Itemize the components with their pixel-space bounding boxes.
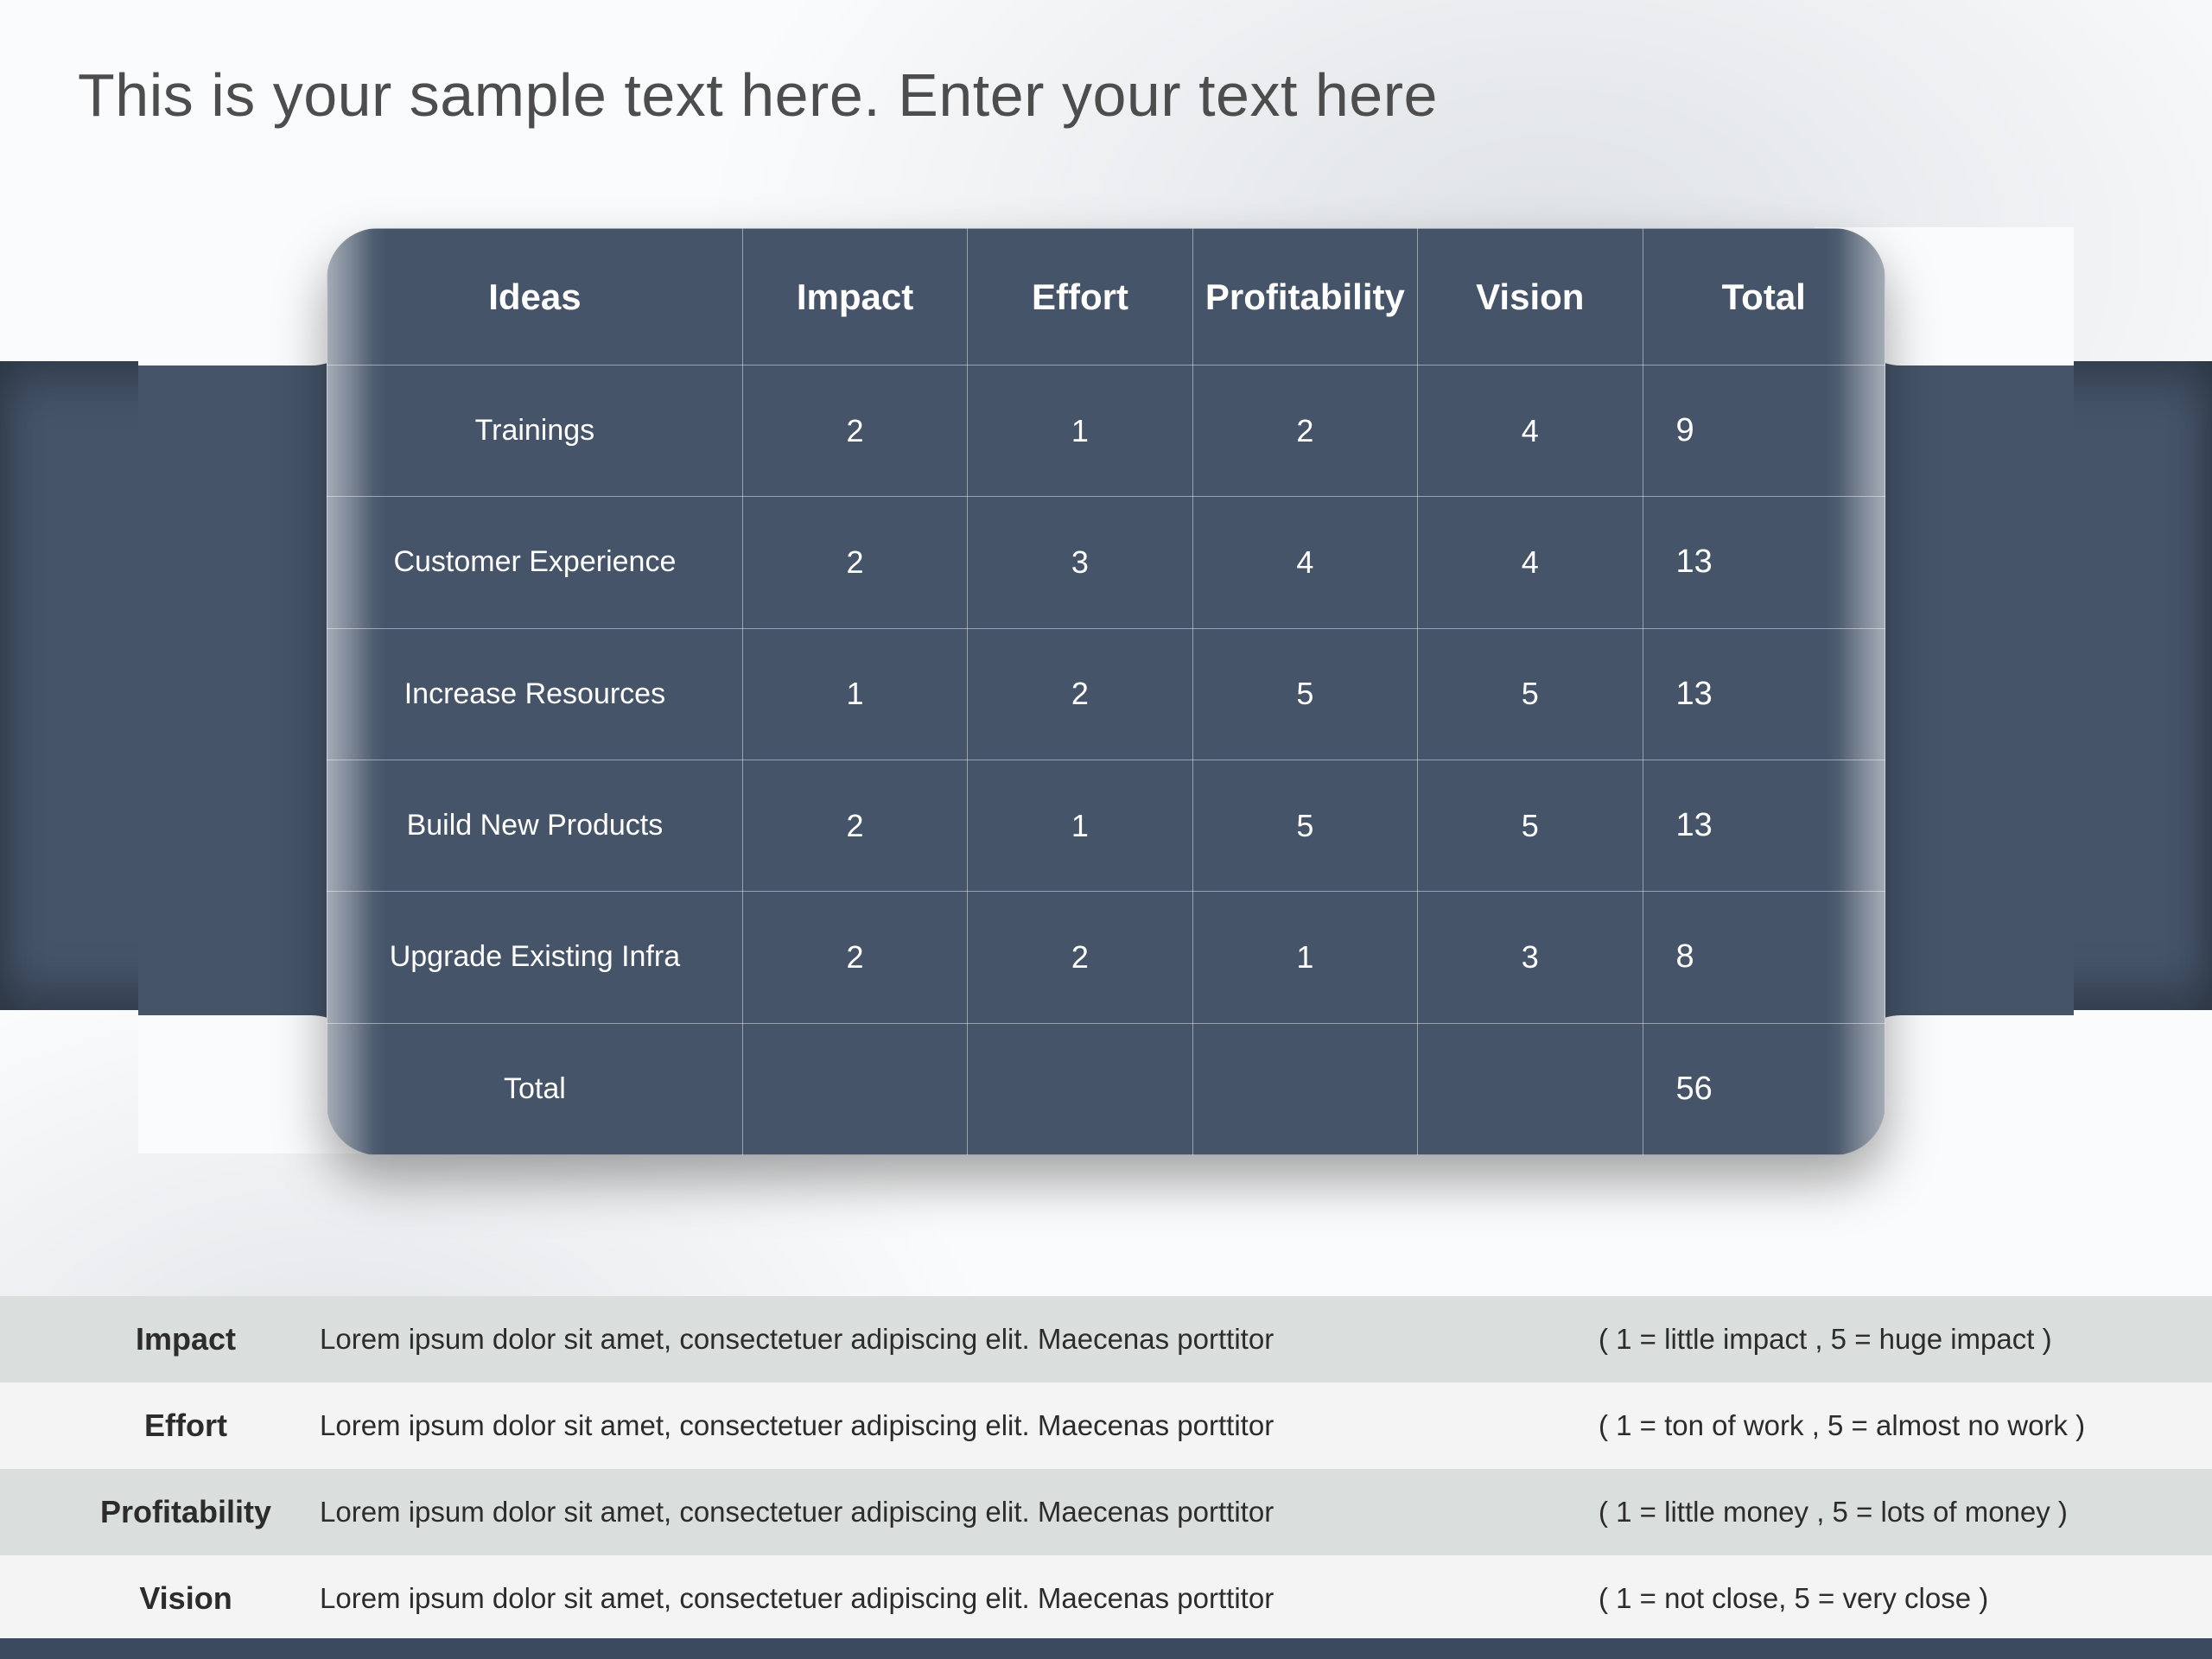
header-row: Ideas Impact Effort Profitability Vision… bbox=[327, 229, 1885, 365]
cell-vision: 5 bbox=[1418, 628, 1643, 760]
header-effort: Effort bbox=[968, 229, 1192, 365]
cell-effort: 1 bbox=[968, 365, 1192, 497]
cell-profitability: 5 bbox=[1192, 628, 1417, 760]
header-vision: Vision bbox=[1418, 229, 1643, 365]
legend-label: Profitability bbox=[52, 1494, 320, 1530]
legend-scale: ( 1 = ton of work , 5 = almost no work ) bbox=[1599, 1409, 2169, 1442]
prioritization-matrix: Ideas Impact Effort Profitability Vision… bbox=[327, 228, 1885, 1155]
cell-idea: Upgrade Existing Infra bbox=[327, 892, 743, 1023]
cell-effort: 2 bbox=[968, 628, 1192, 760]
matrix-panel: Ideas Impact Effort Profitability Vision… bbox=[327, 228, 1885, 1155]
legend-desc: Lorem ipsum dolor sit amet, consectetuer… bbox=[320, 1409, 1599, 1442]
footer-blank bbox=[1192, 1023, 1417, 1154]
footer-blank bbox=[968, 1023, 1192, 1154]
legend-row-profitability: Profitability Lorem ipsum dolor sit amet… bbox=[0, 1469, 2212, 1555]
cell-impact: 2 bbox=[742, 497, 967, 628]
legend-label: Impact bbox=[52, 1321, 320, 1357]
cell-vision: 3 bbox=[1418, 892, 1643, 1023]
legend-scale: ( 1 = not close, 5 = very close ) bbox=[1599, 1582, 2169, 1615]
legend-scale: ( 1 = little money , 5 = lots of money ) bbox=[1599, 1496, 2169, 1529]
table-row: Customer Experience 2 3 4 4 13 bbox=[327, 497, 1885, 628]
footer-row: Total 56 bbox=[327, 1023, 1885, 1154]
table-row: Upgrade Existing Infra 2 2 1 3 8 bbox=[327, 892, 1885, 1023]
cell-profitability: 1 bbox=[1192, 892, 1417, 1023]
legend-row-impact: Impact Lorem ipsum dolor sit amet, conse… bbox=[0, 1296, 2212, 1382]
cell-vision: 4 bbox=[1418, 365, 1643, 497]
cell-total: 13 bbox=[1643, 497, 1885, 628]
header-impact: Impact bbox=[742, 229, 967, 365]
legend-desc: Lorem ipsum dolor sit amet, consectetuer… bbox=[320, 1323, 1599, 1356]
header-total: Total bbox=[1643, 229, 1885, 365]
bottom-bar bbox=[0, 1638, 2212, 1659]
cell-impact: 2 bbox=[742, 760, 967, 891]
cell-idea: Build New Products bbox=[327, 760, 743, 891]
cell-profitability: 5 bbox=[1192, 760, 1417, 891]
footer-label: Total bbox=[327, 1023, 743, 1154]
legend-desc: Lorem ipsum dolor sit amet, consectetuer… bbox=[320, 1496, 1599, 1529]
legend-label: Vision bbox=[52, 1580, 320, 1617]
cell-profitability: 4 bbox=[1192, 497, 1417, 628]
legend-desc: Lorem ipsum dolor sit amet, consectetuer… bbox=[320, 1582, 1599, 1615]
footer-blank bbox=[742, 1023, 967, 1154]
cell-effort: 1 bbox=[968, 760, 1192, 891]
slide: This is your sample text here. Enter you… bbox=[0, 0, 2212, 1659]
cell-effort: 2 bbox=[968, 892, 1192, 1023]
cell-total: 13 bbox=[1643, 760, 1885, 891]
cell-idea: Customer Experience bbox=[327, 497, 743, 628]
header-profitability: Profitability bbox=[1192, 229, 1417, 365]
cell-effort: 3 bbox=[968, 497, 1192, 628]
cell-vision: 4 bbox=[1418, 497, 1643, 628]
cell-impact: 1 bbox=[742, 628, 967, 760]
cell-impact: 2 bbox=[742, 892, 967, 1023]
table-row: Trainings 2 1 2 4 9 bbox=[327, 365, 1885, 497]
cell-idea: Increase Resources bbox=[327, 628, 743, 760]
legend-scale: ( 1 = little impact , 5 = huge impact ) bbox=[1599, 1323, 2169, 1356]
footer-total: 56 bbox=[1643, 1023, 1885, 1154]
cell-vision: 5 bbox=[1418, 760, 1643, 891]
table-row: Increase Resources 1 2 5 5 13 bbox=[327, 628, 1885, 760]
cell-impact: 2 bbox=[742, 365, 967, 497]
header-ideas: Ideas bbox=[327, 229, 743, 365]
cell-profitability: 2 bbox=[1192, 365, 1417, 497]
page-title: This is your sample text here. Enter you… bbox=[78, 60, 2134, 130]
cell-total: 9 bbox=[1643, 365, 1885, 497]
cell-idea: Trainings bbox=[327, 365, 743, 497]
cell-total: 8 bbox=[1643, 892, 1885, 1023]
legend: Impact Lorem ipsum dolor sit amet, conse… bbox=[0, 1296, 2212, 1642]
legend-row-vision: Vision Lorem ipsum dolor sit amet, conse… bbox=[0, 1555, 2212, 1642]
legend-label: Effort bbox=[52, 1408, 320, 1444]
legend-row-effort: Effort Lorem ipsum dolor sit amet, conse… bbox=[0, 1382, 2212, 1469]
cell-total: 13 bbox=[1643, 628, 1885, 760]
table-row: Build New Products 2 1 5 5 13 bbox=[327, 760, 1885, 891]
footer-blank bbox=[1418, 1023, 1643, 1154]
